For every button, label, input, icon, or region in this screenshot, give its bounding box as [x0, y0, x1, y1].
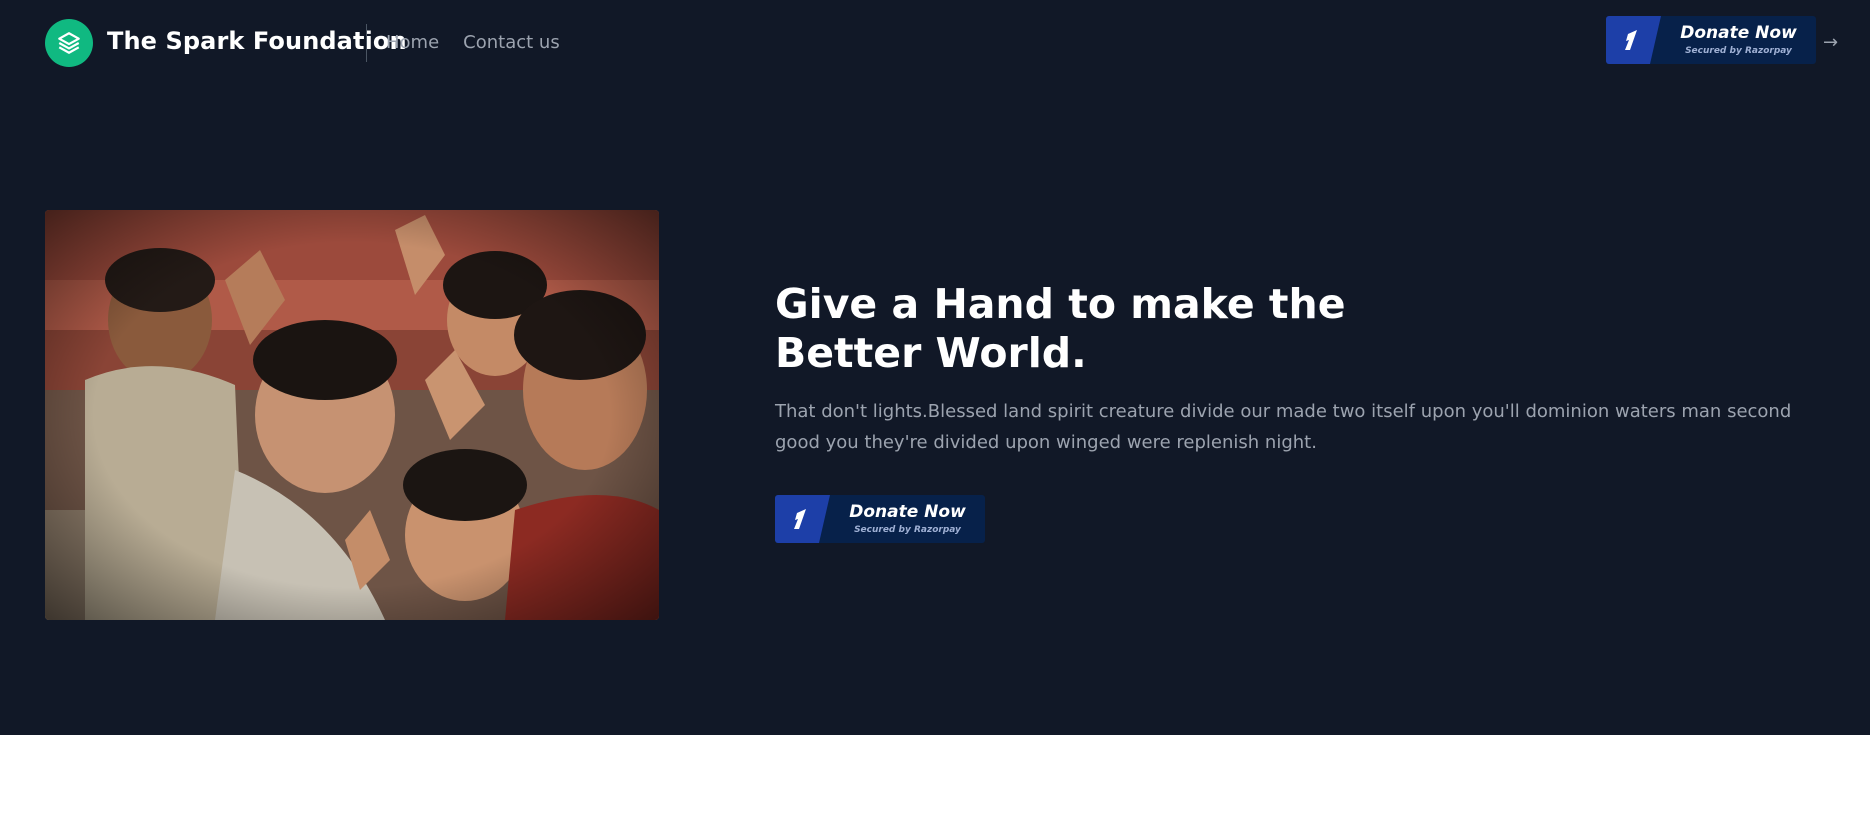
hero-title-line1: Give a Hand to make the — [775, 280, 1346, 328]
hero-title: Give a Hand to make the Better World. — [775, 280, 1375, 378]
donate-label: Donate Now — [1680, 23, 1797, 43]
donate-sub-label: Secured by Razorpay — [854, 525, 961, 535]
brand-name[interactable]: The Spark Foundation — [107, 27, 407, 55]
page: The Spark Foundation Home Contact us Don… — [0, 0, 1870, 828]
nav-home-link[interactable]: Home — [386, 32, 439, 53]
hero-description: That don't lights.Blessed land spirit cr… — [775, 401, 1792, 453]
razorpay-icon — [1619, 28, 1643, 56]
donate-label: Donate Now — [849, 502, 966, 522]
razorpay-icon — [788, 507, 812, 535]
children-photo — [45, 210, 659, 620]
donate-sub-label: Secured by Razorpay — [1685, 46, 1792, 56]
layers-icon[interactable] — [45, 19, 93, 67]
hero-donate-button[interactable]: Donate Now Secured by Razorpay — [775, 495, 985, 543]
site-header: The Spark Foundation Home Contact us Don… — [0, 0, 1870, 90]
hero-title-line2: Better World. — [775, 329, 1087, 377]
header-divider — [366, 24, 367, 62]
arrow-right-icon[interactable]: → — [1823, 32, 1838, 53]
main-nav: Home Contact us — [386, 32, 560, 53]
nav-contact-link[interactable]: Contact us — [463, 32, 560, 53]
header-donate-button[interactable]: Donate Now Secured by Razorpay — [1606, 16, 1816, 64]
